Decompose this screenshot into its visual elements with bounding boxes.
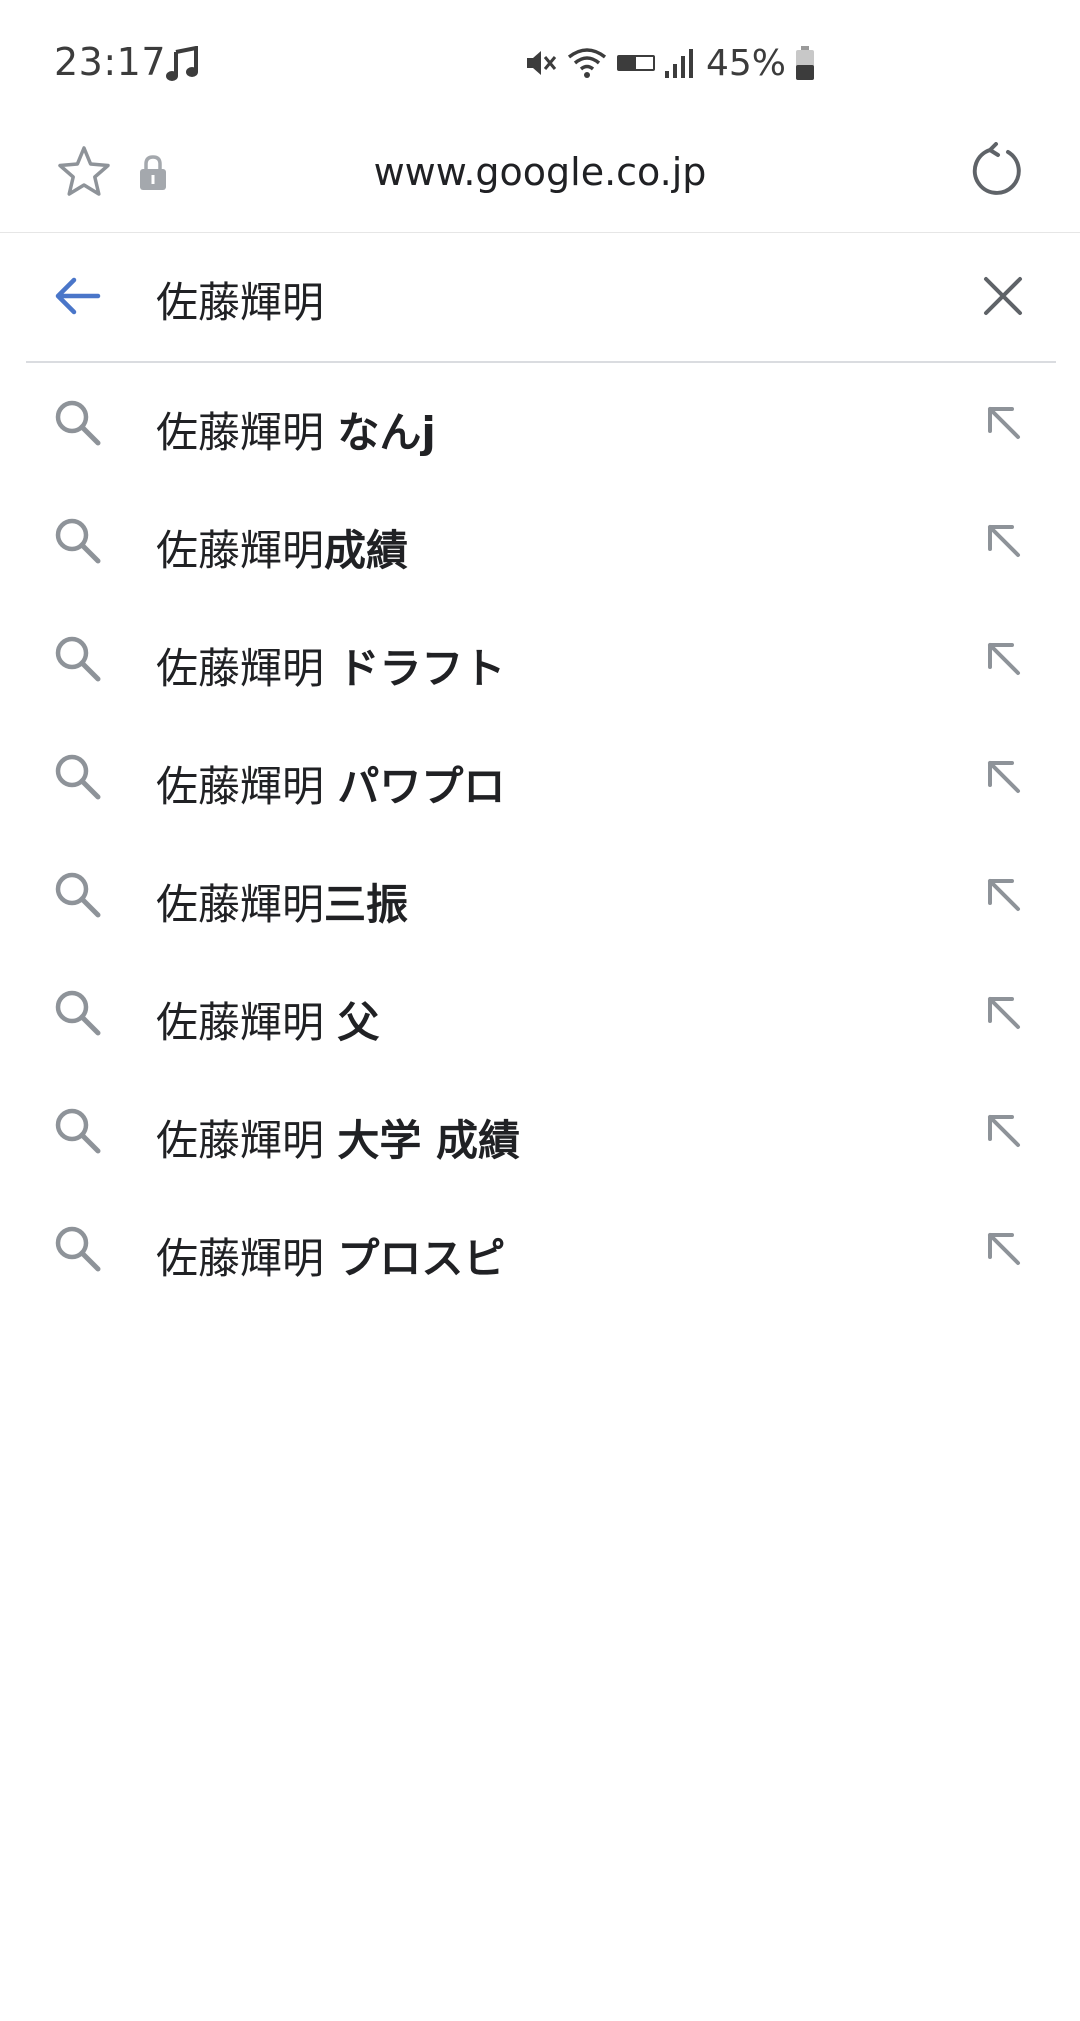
music-note-icon — [166, 46, 198, 81]
wifi-icon — [567, 48, 607, 78]
suggestion-list: 佐藤輝明 なんj 佐藤輝明成績 佐藤輝明 ドラフト 佐藤輝明 パワプロ 佐藤輝明… — [0, 363, 1080, 1307]
search-icon — [55, 400, 101, 446]
suggestion-text: 佐藤輝明三振 — [156, 880, 409, 929]
fill-query-arrow-icon[interactable] — [984, 993, 1024, 1033]
search-bar: 佐藤輝明 — [26, 233, 1056, 363]
suggestion-text: 佐藤輝明 父 — [156, 998, 380, 1047]
suggestion-text: 佐藤輝明 ドラフト — [156, 644, 506, 693]
url-bar: www.google.co.jp — [0, 120, 1080, 233]
battery-percent: 45% — [705, 42, 786, 84]
mute-icon — [526, 51, 557, 75]
fill-query-arrow-icon[interactable] — [984, 1229, 1024, 1269]
status-time: 23:17 — [54, 40, 167, 84]
suggestion-text: 佐藤輝明 プロスピ — [156, 1234, 506, 1283]
fill-query-arrow-icon[interactable] — [984, 403, 1024, 443]
search-input[interactable]: 佐藤輝明 — [156, 269, 324, 330]
status-icons: 45% — [524, 42, 816, 84]
search-icon — [55, 518, 101, 564]
suggestion-item[interactable]: 佐藤輝明 なんj — [0, 363, 1080, 481]
suggestion-item[interactable]: 佐藤輝明 ドラフト — [0, 599, 1080, 717]
suggestion-item[interactable]: 佐藤輝明成績 — [0, 481, 1080, 599]
search-icon — [55, 754, 101, 800]
fill-query-arrow-icon[interactable] — [984, 521, 1024, 561]
battery-icon — [796, 46, 814, 80]
search-icon — [55, 872, 101, 918]
suggestion-item[interactable]: 佐藤輝明 大学 成績 — [0, 1071, 1080, 1189]
suggestion-item[interactable]: 佐藤輝明 パワプロ — [0, 717, 1080, 835]
suggestion-item[interactable]: 佐藤輝明三振 — [0, 835, 1080, 953]
reload-icon[interactable] — [968, 142, 1024, 198]
back-arrow-icon[interactable] — [52, 271, 102, 321]
suggestion-text: 佐藤輝明成績 — [156, 526, 409, 575]
search-icon — [55, 636, 101, 682]
search-icon — [55, 1108, 101, 1154]
suggestion-text: 佐藤輝明 なんj — [156, 408, 436, 457]
suggestion-text: 佐藤輝明 大学 成績 — [156, 1116, 520, 1165]
clear-icon[interactable] — [980, 273, 1026, 319]
url-text[interactable]: www.google.co.jp — [0, 150, 1080, 194]
fill-query-arrow-icon[interactable] — [984, 757, 1024, 797]
suggestion-text: 佐藤輝明 パワプロ — [156, 762, 506, 811]
suggestion-item[interactable]: 佐藤輝明 父 — [0, 953, 1080, 1071]
fill-query-arrow-icon[interactable] — [984, 1111, 1024, 1151]
search-icon — [55, 990, 101, 1036]
status-bar: 23:17 45% — [0, 0, 1080, 120]
fill-query-arrow-icon[interactable] — [984, 875, 1024, 915]
search-icon — [55, 1226, 101, 1272]
fill-query-arrow-icon[interactable] — [984, 639, 1024, 679]
volte-icon — [616, 55, 655, 71]
signal-icon — [664, 49, 693, 78]
suggestion-item[interactable]: 佐藤輝明 プロスピ — [0, 1189, 1080, 1307]
